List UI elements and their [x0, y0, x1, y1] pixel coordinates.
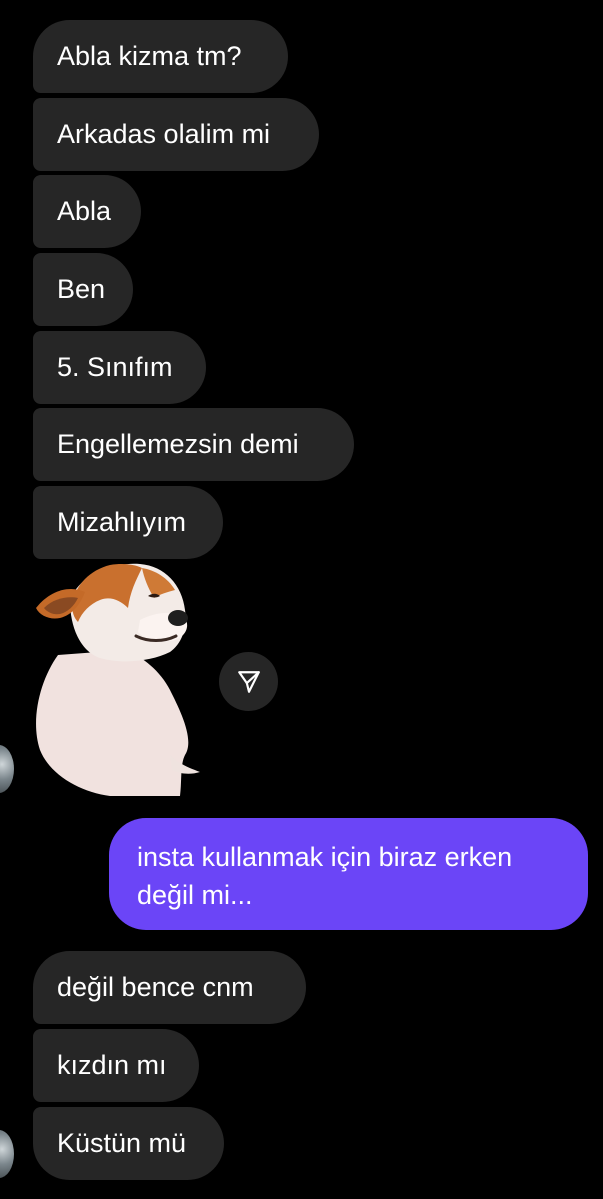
message-text: Abla — [57, 196, 112, 226]
message-text: Arkadas olalim mi — [57, 119, 271, 149]
received-message[interactable]: Mizahlıyım — [33, 486, 223, 559]
received-message[interactable]: kızdın mı — [33, 1029, 199, 1102]
smirking-corgi-sticker[interactable] — [30, 560, 205, 797]
message-text: Küstün mü — [57, 1128, 187, 1158]
message-text: değil bence cnm — [57, 972, 254, 1002]
message-text: Abla kizma tm? — [57, 41, 242, 71]
received-message[interactable]: Küstün mü — [33, 1107, 224, 1180]
message-text: kızdın mı — [57, 1050, 167, 1080]
received-message[interactable]: 5. Sınıfım — [33, 331, 206, 404]
message-text: insta kullanmak için biraz erken değil m… — [137, 842, 513, 910]
corgi-sticker-icon — [36, 563, 200, 796]
contact-avatar[interactable] — [0, 745, 14, 793]
received-message[interactable]: Abla kizma tm? — [33, 20, 288, 93]
received-message[interactable]: Ben — [33, 253, 133, 326]
send-arrow-icon — [237, 670, 260, 693]
message-text: 5. Sınıfım — [57, 352, 173, 382]
received-message[interactable]: değil bence cnm — [33, 951, 306, 1024]
contact-avatar[interactable] — [0, 1130, 14, 1178]
received-message[interactable]: Engellemezsin demi — [33, 408, 354, 481]
share-button[interactable] — [219, 652, 278, 711]
sent-message[interactable]: insta kullanmak için biraz erken değil m… — [109, 818, 588, 930]
message-text: Mizahlıyım — [57, 507, 187, 537]
message-text: Ben — [57, 274, 106, 304]
received-message[interactable]: Abla — [33, 175, 141, 248]
received-message[interactable]: Arkadas olalim mi — [33, 98, 319, 171]
message-text: Engellemezsin demi — [57, 429, 299, 459]
